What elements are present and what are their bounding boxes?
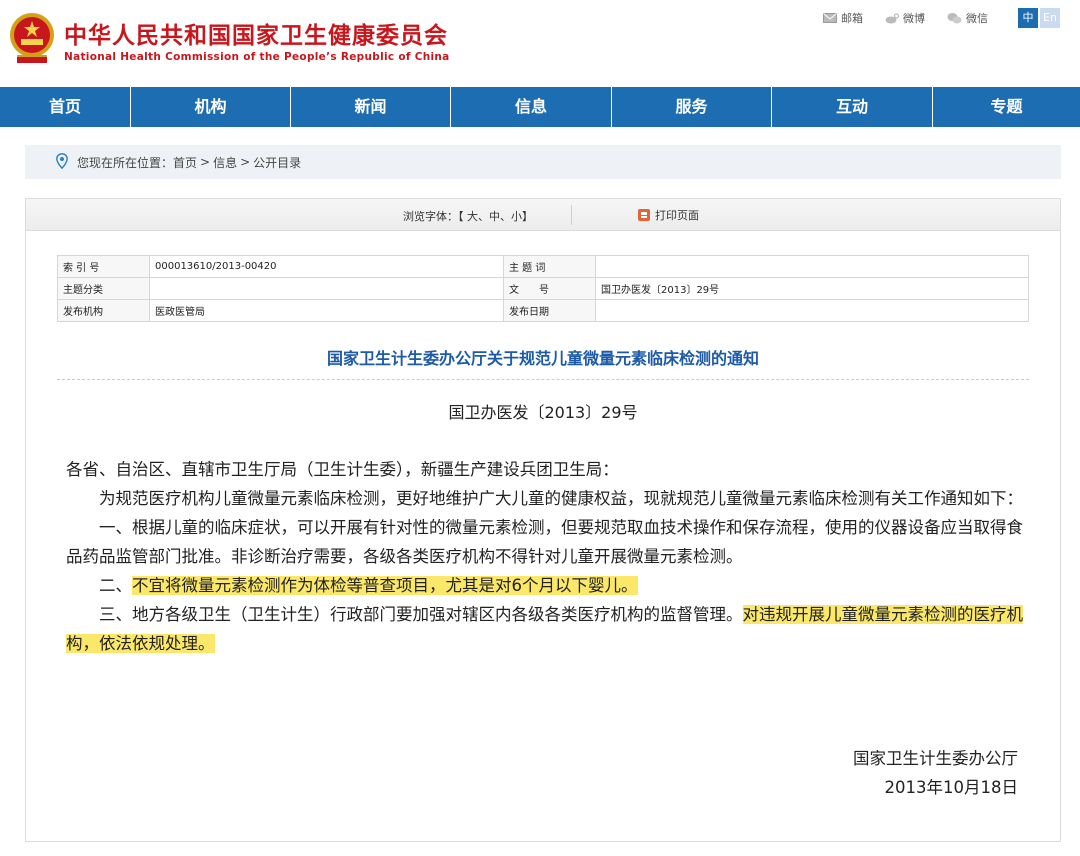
mail-label: 邮箱 — [841, 12, 863, 25]
paragraph-intro: 为规范医疗机构儿童微量元素临床检测，更好地维护广大儿童的健康权益，现就规范儿童微… — [99, 489, 1023, 508]
lang-en-button[interactable]: En — [1040, 8, 1060, 28]
paragraph-item-2: 二、不宜将微量元素检测作为体检等普查项目，尤其是对6个月以下婴儿。 — [66, 571, 1024, 600]
document-title: 国家卫生计生委办公厅关于规范儿童微量元素临床检测的通知 — [326, 349, 759, 368]
nav-interaction[interactable]: 互动 — [772, 87, 933, 127]
meta-date-key: 发布日期 — [503, 299, 596, 322]
weibo-link[interactable]: 微博 — [885, 10, 925, 26]
highlighted-text: 不宜将微量元素检测作为体检等普查项目，尤其是对6个月以下婴儿。 — [132, 576, 638, 595]
meta-category-value — [149, 277, 504, 300]
salutation: 各省、自治区、直辖市卫生厅局（卫生计生委），新疆生产建设兵团卫生局： — [66, 460, 619, 479]
table-row: 主题分类 文 号 国卫办医发〔2013〕29号 — [57, 277, 1029, 300]
breadcrumb-information[interactable]: 信息 — [213, 154, 237, 171]
nav-organization[interactable]: 机构 — [131, 87, 291, 127]
wechat-link[interactable]: 微信 — [947, 10, 988, 26]
table-row: 索 引 号 000013610/2013-00420 主 题 词 — [57, 255, 1029, 278]
article-toolbar: 浏览字体：【 大、中、小】 打印页面 — [26, 199, 1060, 231]
print-icon — [638, 209, 650, 221]
mail-link[interactable]: 邮箱 — [823, 10, 863, 26]
meta-doc-no-value: 国卫办医发〔2013〕29号 — [595, 277, 1029, 300]
item-3-text: 三、地方各级卫生（卫生计生）行政部门要加强对辖区内各级各类医疗机构的监督管理。 — [99, 605, 743, 624]
print-label: 打印页面 — [655, 209, 699, 222]
font-size-selector[interactable]: 浏览字体：【 大、中、小】 — [403, 208, 533, 224]
metadata-table: 索 引 号 000013610/2013-00420 主 题 词 主题分类 文 … — [57, 255, 1029, 322]
meta-subject-word-value — [595, 255, 1029, 278]
mail-icon — [823, 13, 837, 23]
weibo-icon — [885, 12, 899, 23]
nav-information[interactable]: 信息 — [451, 87, 612, 127]
sign-date: 2013年10月18日 — [884, 778, 1018, 797]
site-subtitle: National Health Commission of the People… — [64, 51, 450, 63]
meta-date-value — [595, 299, 1029, 322]
wechat-icon — [947, 13, 962, 24]
item-2-prefix: 二、 — [99, 576, 132, 595]
table-row: 发布机构 医政医管局 发布日期 — [57, 299, 1029, 322]
site-title[interactable]: 中华人民共和国国家卫生健康委员会 — [64, 16, 448, 50]
paragraph-item-1: 一、根据儿童的临床症状，可以开展有针对性的微量元素检测，但要规范取血技术操作和保… — [66, 518, 1023, 566]
site-header: 中华人民共和国国家卫生健康委员会 National Health Commiss… — [0, 0, 1080, 87]
meta-index-key: 索 引 号 — [57, 255, 150, 278]
print-button[interactable]: 打印页面 — [638, 207, 699, 223]
nav-home[interactable]: 首页 — [0, 87, 131, 127]
breadcrumb-home[interactable]: 首页 — [173, 154, 197, 171]
signature-block: 国家卫生计生委办公厅 2013年10月18日 — [853, 744, 1018, 802]
document-body: 各省、自治区、直辖市卫生厅局（卫生计生委），新疆生产建设兵团卫生局： 为规范医疗… — [66, 455, 1024, 658]
weibo-label: 微博 — [903, 12, 925, 25]
breadcrumb-label: 您现在所在位置： — [77, 155, 174, 170]
meta-org-value: 医政医管局 — [149, 299, 504, 322]
breadcrumb-catalog[interactable]: 公开目录 — [253, 154, 301, 171]
nav-special[interactable]: 专题 — [933, 87, 1080, 127]
wechat-label: 微信 — [966, 12, 988, 25]
article-panel: 浏览字体：【 大、中、小】 打印页面 索 引 号 000013610/2013-… — [25, 198, 1061, 842]
title-divider — [57, 379, 1029, 380]
nav-news[interactable]: 新闻 — [291, 87, 451, 127]
language-switch: 中 En — [1018, 8, 1060, 28]
meta-category-key: 主题分类 — [57, 277, 150, 300]
document-number: 国卫办医发〔2013〕29号 — [448, 403, 638, 422]
lang-zh-button[interactable]: 中 — [1018, 8, 1038, 28]
paragraph-item-3: 三、地方各级卫生（卫生计生）行政部门要加强对辖区内各级各类医疗机构的监督管理。对… — [66, 600, 1024, 658]
main-nav: 首页 机构 新闻 信息 服务 互动 专题 — [0, 87, 1080, 127]
location-pin-icon — [56, 153, 68, 169]
meta-org-key: 发布机构 — [57, 299, 150, 322]
national-emblem-icon[interactable] — [7, 11, 57, 67]
breadcrumb: 您现在所在位置： 首页 > 信息 > 公开目录 — [25, 145, 1061, 179]
breadcrumb-separator: > — [240, 155, 251, 169]
breadcrumb-separator: > — [200, 155, 211, 169]
nav-service[interactable]: 服务 — [612, 87, 772, 127]
meta-subject-word-key: 主 题 词 — [503, 255, 596, 278]
meta-doc-no-key: 文 号 — [503, 277, 596, 300]
toolbar-divider — [571, 205, 572, 225]
top-links: 邮箱 微博 微信 — [823, 10, 988, 26]
meta-index-value: 000013610/2013-00420 — [149, 255, 504, 278]
signer: 国家卫生计生委办公厅 — [853, 749, 1018, 768]
